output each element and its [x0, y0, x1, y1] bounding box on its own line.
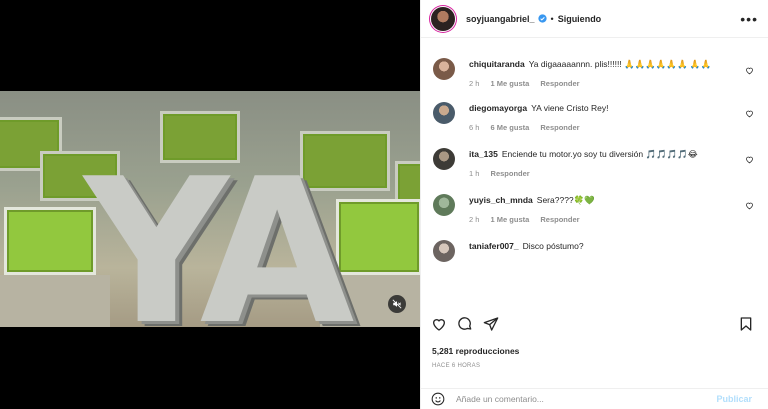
- reply-button[interactable]: Responder: [540, 79, 579, 88]
- verified-badge-icon: [537, 14, 547, 23]
- comment-body: Disco póstumo?: [522, 241, 584, 251]
- post-timestamp: HACE 6 HORAS: [432, 363, 481, 369]
- background-tile: [4, 207, 96, 275]
- comment-meta: 1 h Responder: [469, 169, 734, 178]
- comment-body: Enciende tu motor.yo soy tu diversión 🎵🎵…: [501, 149, 698, 159]
- commenter-avatar[interactable]: [433, 240, 455, 262]
- comment-body: Ya digaaaaannn. plis!!!!!! 🙏🙏🙏🙏🙏🙏 🙏🙏: [528, 59, 712, 69]
- comment-time[interactable]: 6 h: [469, 123, 479, 132]
- publish-button[interactable]: Publicar: [716, 394, 752, 404]
- post-sidebar: soyjuangabriel_ • Siguiendo ••• chiquita…: [420, 0, 768, 409]
- comment-item: diegomayorga YA viene Cristo Rey! 6 h 6 M…: [433, 102, 756, 132]
- comment-text: taniafer007_ Disco póstumo?: [469, 240, 734, 253]
- save-bookmark-icon[interactable]: [738, 316, 754, 332]
- comment-item: ita_135 Enciende tu motor.yo soy tu diver…: [433, 148, 756, 178]
- comment-text: diegomayorga YA viene Cristo Rey!: [469, 102, 734, 115]
- background-tile: [336, 199, 420, 275]
- comment-likes[interactable]: 1 Me gusta: [491, 79, 530, 88]
- reply-button[interactable]: Responder: [491, 169, 530, 178]
- like-comment-heart-icon[interactable]: [745, 109, 754, 120]
- comment-composer: Publicar: [421, 388, 768, 409]
- commenter-avatar[interactable]: [433, 148, 455, 170]
- comment-likes[interactable]: 1 Me gusta: [491, 215, 530, 224]
- author-avatar[interactable]: [431, 6, 455, 31]
- following-button[interactable]: Siguiendo: [558, 14, 602, 24]
- comments-list[interactable]: chiquitaranda Ya digaaaaannn. plis!!!!!! …: [421, 38, 768, 310]
- post-action-bar: [421, 313, 768, 335]
- commenter-username[interactable]: taniafer007_: [469, 241, 519, 251]
- emoji-smiley-icon[interactable]: [431, 392, 445, 406]
- commenter-avatar[interactable]: [433, 58, 455, 80]
- more-options-icon[interactable]: •••: [740, 11, 758, 27]
- speaker-muted-icon: [392, 299, 402, 309]
- post-viewer: YA soyjuangabriel_ • Siguiendo ••• chiqu…: [0, 0, 768, 409]
- author-username[interactable]: soyjuangabriel_: [466, 14, 535, 24]
- comment-time[interactable]: 2 h: [469, 79, 479, 88]
- mute-toggle-button[interactable]: [388, 295, 406, 313]
- comment-item: taniafer007_ Disco póstumo?: [433, 240, 756, 262]
- view-count[interactable]: 5,281 reproducciones: [432, 346, 519, 356]
- comment-body: Sera????🍀💚: [536, 195, 595, 205]
- like-comment-heart-icon[interactable]: [745, 66, 754, 77]
- comment-likes[interactable]: 6 Me gusta: [491, 123, 530, 132]
- commenter-username[interactable]: ita_135: [469, 149, 498, 159]
- comment-time[interactable]: 2 h: [469, 215, 479, 224]
- comment-text: chiquitaranda Ya digaaaaannn. plis!!!!!! …: [469, 58, 734, 71]
- video-overlay-text: YA: [84, 136, 354, 328]
- media-pane: YA: [0, 0, 420, 409]
- commenter-avatar[interactable]: [433, 102, 455, 124]
- comment-bubble-icon[interactable]: [457, 316, 473, 332]
- commenter-username[interactable]: chiquitaranda: [469, 59, 525, 69]
- reply-button[interactable]: Responder: [540, 215, 579, 224]
- comment-item: chiquitaranda Ya digaaaaannn. plis!!!!!! …: [433, 58, 756, 88]
- reply-button[interactable]: Responder: [540, 123, 579, 132]
- comment-item: yuyis_ch_mnda Sera????🍀💚 2 h 1 Me gusta R…: [433, 194, 756, 224]
- comment-meta: 2 h 1 Me gusta Responder: [469, 79, 734, 88]
- separator: •: [550, 13, 554, 24]
- video-player[interactable]: YA: [0, 91, 420, 327]
- comment-meta: 2 h 1 Me gusta Responder: [469, 215, 734, 224]
- like-comment-heart-icon[interactable]: [745, 201, 754, 212]
- comment-meta: 6 h 6 Me gusta Responder: [469, 123, 734, 132]
- share-paper-plane-icon[interactable]: [483, 316, 499, 332]
- comment-text: ita_135 Enciende tu motor.yo soy tu diver…: [469, 148, 734, 161]
- comment-input[interactable]: [456, 394, 717, 404]
- comment-text: yuyis_ch_mnda Sera????🍀💚: [469, 194, 734, 207]
- like-heart-icon[interactable]: [431, 316, 447, 332]
- commenter-avatar[interactable]: [433, 194, 455, 216]
- comment-time[interactable]: 1 h: [469, 169, 479, 178]
- commenter-username[interactable]: yuyis_ch_mnda: [469, 195, 533, 205]
- post-header: soyjuangabriel_ • Siguiendo •••: [421, 0, 768, 38]
- commenter-username[interactable]: diegomayorga: [469, 103, 527, 113]
- like-comment-heart-icon[interactable]: [745, 155, 754, 166]
- comment-body: YA viene Cristo Rey!: [531, 103, 609, 113]
